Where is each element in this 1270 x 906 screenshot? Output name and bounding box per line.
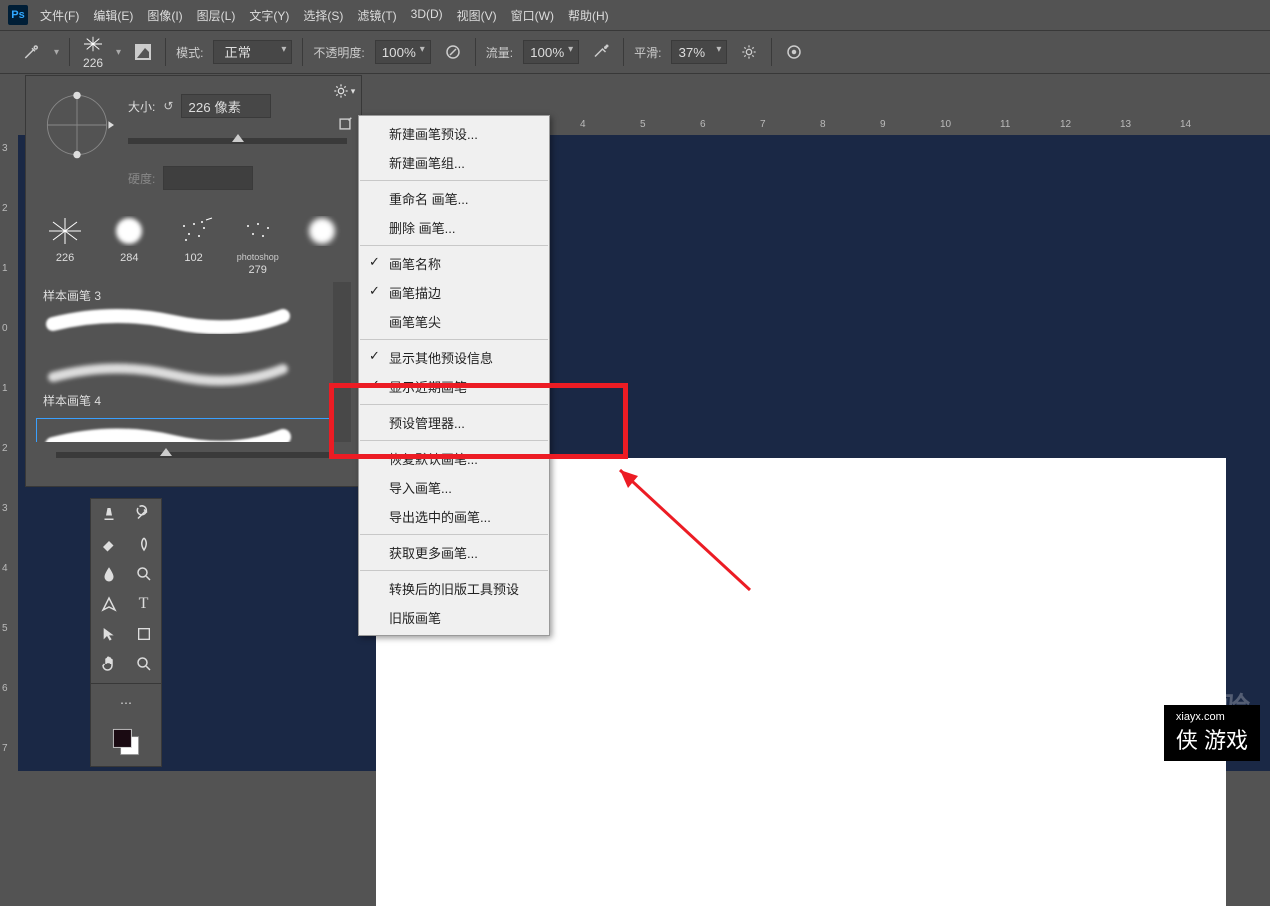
brush-thumbs: 226284102photoshop279: [26, 212, 361, 276]
ctx-item[interactable]: 预设管理器...: [359, 408, 549, 437]
hardness-label: 硬度:: [128, 170, 155, 187]
panel-menu-button[interactable]: ▾: [327, 76, 361, 106]
brush-preset-panel: ▾ 大小: ↺ 硬度: 226284102photoshop279 样本画笔 3…: [25, 75, 362, 487]
thumb-size-slider[interactable]: [56, 452, 331, 458]
brush-list-item[interactable]: 样本画笔 5: [36, 418, 351, 442]
ctx-item[interactable]: 重命名 画笔...: [359, 184, 549, 213]
brush-list-item[interactable]: 样本画笔 4: [36, 350, 351, 418]
zoom-tool[interactable]: [126, 649, 161, 679]
brush-thumb[interactable]: 284: [100, 212, 158, 276]
brush-thumb[interactable]: 102: [164, 212, 222, 276]
clone-stamp-tool[interactable]: [91, 499, 126, 529]
ctx-item[interactable]: 新建画笔预设...: [359, 119, 549, 148]
smooth-label: 平滑:: [634, 44, 661, 61]
menu-选择(S)[interactable]: 选择(S): [297, 3, 349, 28]
ctx-item[interactable]: 新建画笔组...: [359, 148, 549, 177]
brush-thumb[interactable]: photoshop279: [229, 212, 287, 276]
symmetry-icon[interactable]: [782, 40, 806, 64]
size-input[interactable]: [181, 94, 271, 118]
ctx-item[interactable]: 恢复默认画笔...: [359, 444, 549, 473]
menu-编辑(E)[interactable]: 编辑(E): [87, 3, 139, 28]
mode-select[interactable]: 正常: [213, 40, 292, 64]
ctx-item[interactable]: 导出选中的画笔...: [359, 502, 549, 531]
hardness-input: [163, 166, 253, 190]
ctx-item[interactable]: 画笔名称: [359, 249, 549, 278]
menu-图层(L)[interactable]: 图层(L): [191, 3, 242, 28]
menu-图像(I)[interactable]: 图像(I): [141, 3, 188, 28]
opacity-label: 不透明度:: [313, 44, 364, 61]
brush-size-value: 226: [83, 56, 103, 70]
ctx-item[interactable]: 画笔描边: [359, 278, 549, 307]
ctx-item[interactable]: 显示近期画笔: [359, 372, 549, 401]
ctx-item[interactable]: 删除 画笔...: [359, 213, 549, 242]
mode-label: 模式:: [176, 44, 203, 61]
color-swatches[interactable]: [91, 718, 161, 766]
hand-tool[interactable]: [91, 649, 126, 679]
scrollbar[interactable]: [333, 282, 351, 442]
opacity-pressure-icon[interactable]: [441, 40, 465, 64]
ps-logo: Ps: [8, 5, 28, 25]
flow-label: 流量:: [486, 44, 513, 61]
vertical-ruler: 32101234567: [0, 117, 18, 771]
title-bar: Ps 文件(F)编辑(E)图像(I)图层(L)文字(Y)选择(S)滤镜(T)3D…: [0, 0, 1270, 30]
ctx-item[interactable]: 导入画笔...: [359, 473, 549, 502]
menu-视图(V)[interactable]: 视图(V): [451, 3, 503, 28]
menu-3D(D)[interactable]: 3D(D): [405, 3, 449, 28]
menu-文字(Y)[interactable]: 文字(Y): [243, 3, 295, 28]
menu-窗口(W)[interactable]: 窗口(W): [505, 3, 560, 28]
type-tool[interactable]: T: [126, 589, 161, 619]
blur-tool[interactable]: [91, 559, 126, 589]
ctx-item[interactable]: 旧版画笔: [359, 603, 549, 632]
flow-input[interactable]: [523, 40, 579, 64]
path-select-tool[interactable]: [91, 619, 126, 649]
brush-star-icon: [80, 34, 106, 54]
menu-帮助(H)[interactable]: 帮助(H): [562, 3, 615, 28]
size-label: 大小:: [128, 98, 155, 115]
ctx-item[interactable]: 显示其他预设信息: [359, 343, 549, 372]
panel-pin-icon[interactable]: [335, 114, 355, 134]
brush-thumb[interactable]: 226: [36, 212, 94, 276]
brush-context-menu: 新建画笔预设...新建画笔组...重命名 画笔...删除 画笔...画笔名称画笔…: [358, 115, 550, 636]
history-brush-tool[interactable]: [126, 499, 161, 529]
menu-滤镜(T)[interactable]: 滤镜(T): [351, 3, 402, 28]
ctx-item[interactable]: 转换后的旧版工具预设: [359, 574, 549, 603]
airbrush-icon[interactable]: [589, 40, 613, 64]
brush-list-item[interactable]: 样本画笔 3: [36, 282, 351, 350]
opacity-input[interactable]: [375, 40, 431, 64]
tool-preset-icon[interactable]: [20, 40, 44, 64]
brush-settings-icon[interactable]: [131, 40, 155, 64]
reset-icon[interactable]: ↺: [163, 99, 173, 113]
smooth-input[interactable]: [671, 40, 727, 64]
brush-list[interactable]: 样本画笔 3样本画笔 4样本画笔 5: [36, 282, 351, 442]
brush-preset-picker[interactable]: 226: [80, 34, 106, 70]
eraser-tool[interactable]: [91, 529, 126, 559]
menu-文件(F)[interactable]: 文件(F): [34, 3, 85, 28]
ctx-item[interactable]: 获取更多画笔...: [359, 538, 549, 567]
gradient-tool[interactable]: [126, 529, 161, 559]
more-tools[interactable]: ⋯: [91, 688, 161, 718]
dodge-tool[interactable]: [126, 559, 161, 589]
brush-angle-preview[interactable]: [40, 88, 114, 162]
smooth-options-icon[interactable]: [737, 40, 761, 64]
options-bar: ▾ 226 ▾ 模式: 正常 不透明度: 流量: 平滑:: [0, 30, 1270, 74]
brush-thumb[interactable]: [293, 212, 351, 276]
watermark-xiayx: xiayx.com 侠 游戏: [1164, 705, 1260, 761]
menu-bar: 文件(F)编辑(E)图像(I)图层(L)文字(Y)选择(S)滤镜(T)3D(D)…: [34, 3, 615, 28]
size-slider[interactable]: [128, 138, 347, 144]
tool-panel: T ⋯: [90, 498, 162, 767]
ctx-item[interactable]: 画笔笔尖: [359, 307, 549, 336]
shape-tool[interactable]: [126, 619, 161, 649]
pen-tool[interactable]: [91, 589, 126, 619]
